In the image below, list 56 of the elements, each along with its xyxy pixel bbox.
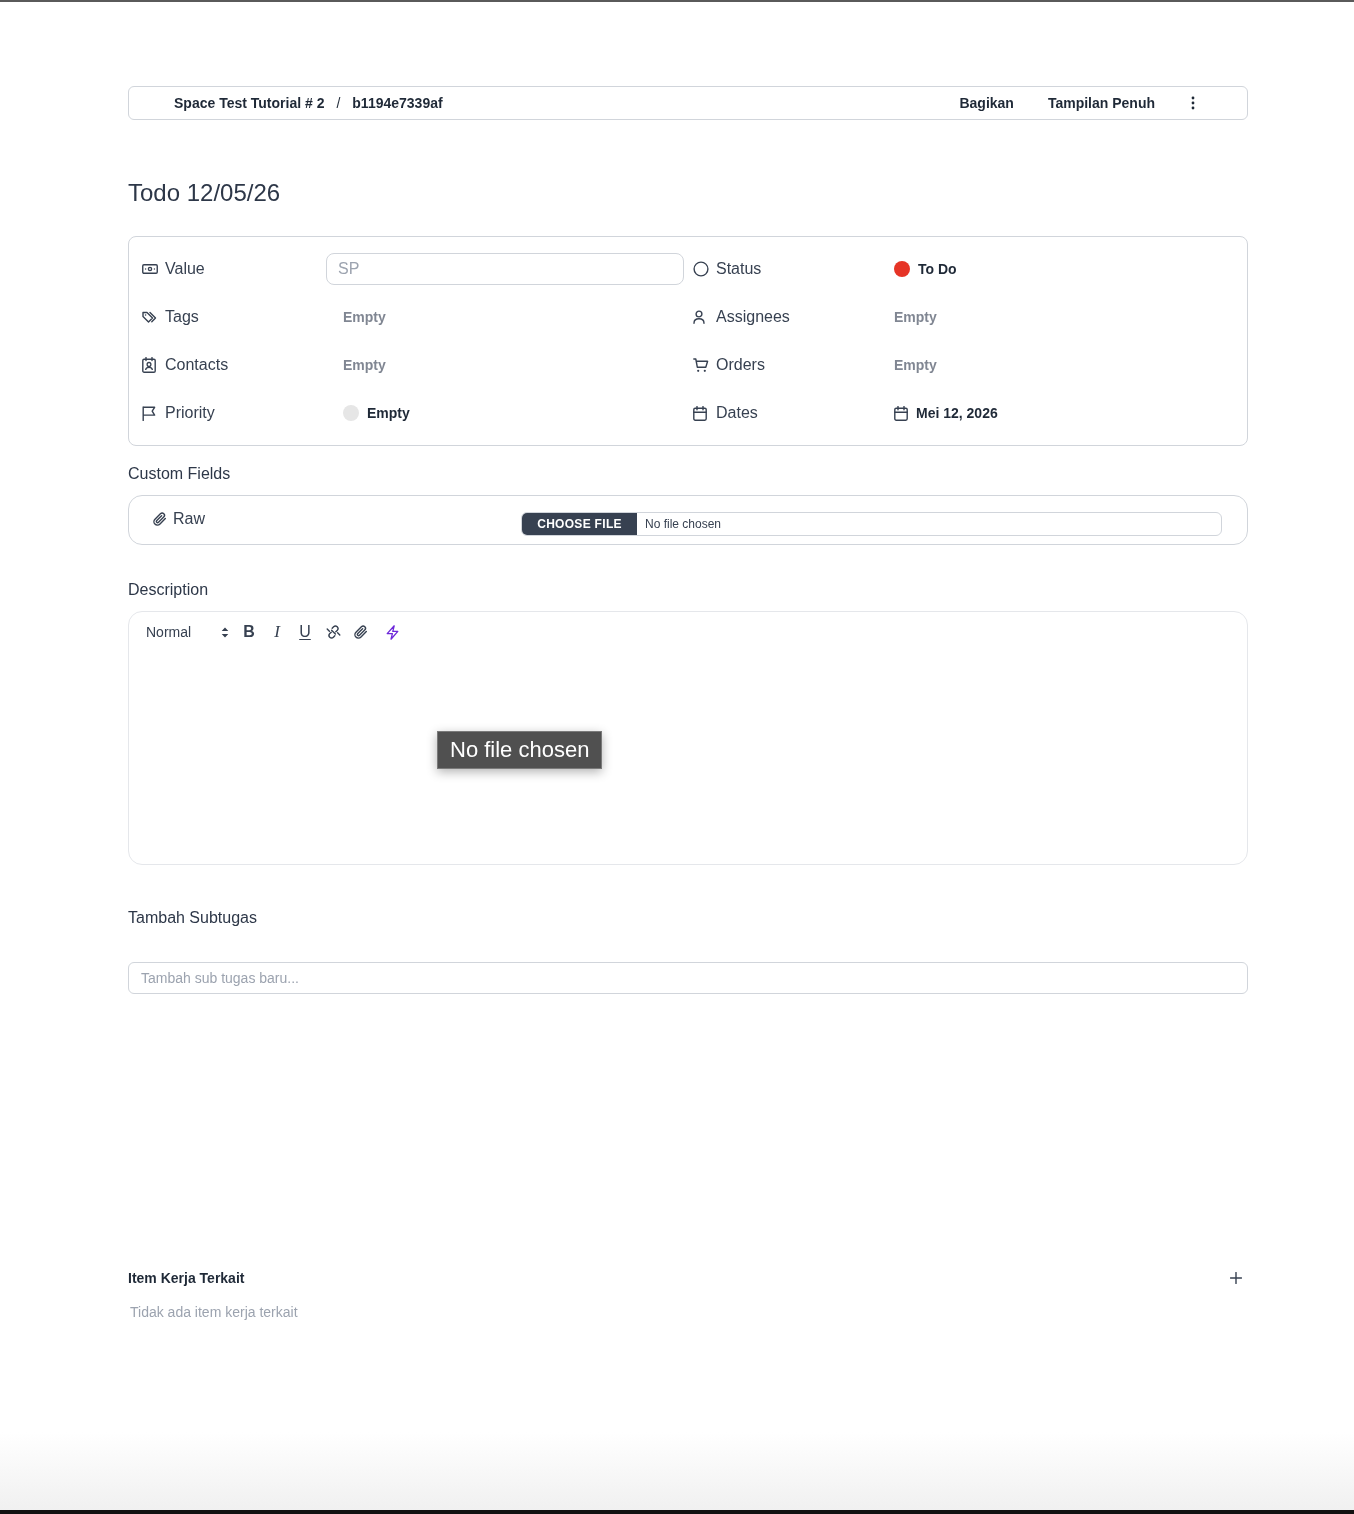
link-icon bbox=[325, 625, 341, 639]
property-value-button[interactable]: Empty bbox=[326, 357, 386, 373]
circle-icon bbox=[693, 261, 709, 277]
breadcrumb-link[interactable]: Space Test Tutorial # 2 bbox=[174, 95, 325, 111]
header-action-button[interactable]: Bagikan bbox=[959, 95, 1014, 111]
file-name-text: No file chosen bbox=[644, 517, 722, 531]
property-value-button[interactable]: Empty bbox=[326, 309, 386, 325]
cart-icon bbox=[693, 357, 709, 373]
custom-field-label: Raw bbox=[173, 510, 205, 528]
banknote-icon bbox=[142, 263, 158, 275]
section-heading: Tambah Subtugas bbox=[128, 908, 258, 928]
property-value-button[interactable]: Empty bbox=[894, 309, 937, 325]
property-value-button[interactable]: To Do bbox=[894, 261, 957, 277]
calendar-icon bbox=[894, 405, 908, 421]
task-title: Todo 12/05/26 bbox=[128, 178, 282, 208]
tooltip: No file chosen bbox=[437, 731, 603, 769]
property-label: Status bbox=[716, 260, 762, 278]
contact-card-icon bbox=[142, 357, 156, 373]
value-input[interactable]: SP bbox=[326, 253, 684, 285]
calendar-icon bbox=[693, 405, 707, 421]
section-heading: Description bbox=[128, 580, 210, 600]
add-button[interactable] bbox=[1230, 1272, 1242, 1284]
tag-icon bbox=[142, 310, 158, 324]
flag-icon bbox=[142, 405, 156, 421]
property-label: Value bbox=[165, 260, 205, 278]
breadcrumb-separator: / bbox=[336, 95, 341, 111]
more-options-button[interactable] bbox=[1189, 95, 1197, 111]
header-action-button[interactable]: Tampilan Penuh bbox=[1047, 95, 1155, 111]
property-value-button[interactable]: Empty bbox=[894, 357, 937, 373]
italic-button[interactable]: I bbox=[263, 622, 291, 642]
file-input-field[interactable]: CHOOSE FILE No file chosen bbox=[521, 512, 1222, 536]
paperclip-icon bbox=[153, 511, 167, 527]
choose-file-button[interactable]: CHOOSE FILE bbox=[522, 513, 637, 535]
property-label: Priority bbox=[165, 404, 215, 422]
user-icon bbox=[693, 310, 705, 324]
property-label: Assignees bbox=[716, 308, 790, 326]
date-value-button[interactable]: Mei 12, 2026 bbox=[894, 405, 998, 421]
plus-icon bbox=[1230, 1272, 1242, 1284]
paperclip-icon bbox=[354, 624, 368, 640]
property-label: Dates bbox=[716, 404, 758, 422]
property-label: Orders bbox=[716, 356, 765, 374]
underline-button[interactable]: U bbox=[291, 622, 319, 642]
property-label: Tags bbox=[165, 308, 199, 326]
section-heading: Item Kerja Terkait bbox=[128, 1269, 245, 1288]
up-down-arrows-icon bbox=[221, 626, 229, 638]
more-options-icon bbox=[1191, 96, 1195, 110]
lightning-icon bbox=[385, 624, 399, 640]
empty-state-text: Tidak ada item kerja terkait bbox=[130, 1303, 299, 1322]
description-editor[interactable]: Normal B I U No file chosen bbox=[128, 611, 1248, 865]
breadcrumb-link[interactable]: b1194e7339af bbox=[352, 95, 443, 111]
property-value-button[interactable]: Empty bbox=[326, 405, 410, 421]
section-heading: Custom Fields bbox=[128, 464, 232, 484]
format-select[interactable]: Normal bbox=[146, 622, 235, 642]
bold-button[interactable]: B bbox=[235, 622, 263, 642]
property-label: Contacts bbox=[165, 356, 229, 374]
subtask-input[interactable]: Tambah sub tugas baru... bbox=[128, 962, 1248, 994]
